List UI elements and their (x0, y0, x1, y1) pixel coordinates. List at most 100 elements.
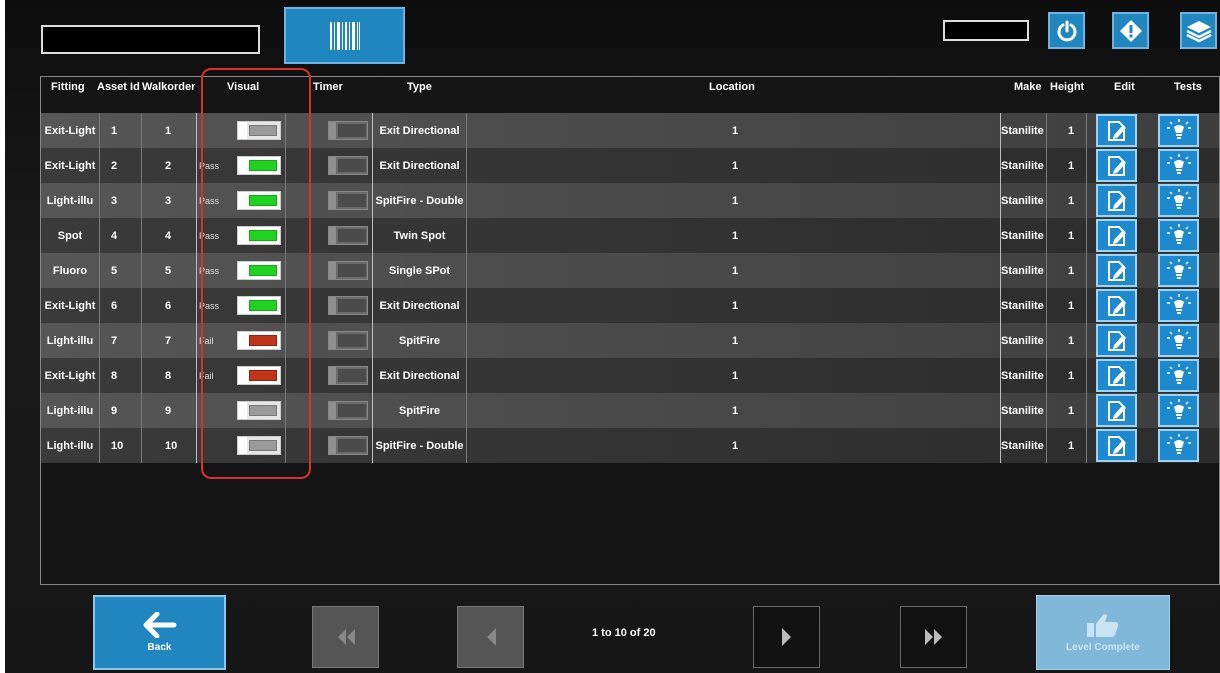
table-row[interactable]: Exit-Light 6 6 Pass Exit Directional 1 Stanili… (41, 288, 1219, 323)
toggle-thumb (238, 122, 247, 139)
column-divider (1086, 113, 1087, 148)
column-divider (99, 253, 100, 288)
tests-button[interactable] (1158, 184, 1199, 217)
edit-button[interactable] (1096, 324, 1137, 357)
edit-button[interactable] (1096, 254, 1137, 287)
timer-toggle[interactable] (328, 226, 368, 245)
table-row[interactable]: Light-illu 9 9 SpitFire 1 Stanilite 1 (41, 393, 1219, 428)
power-button[interactable] (1048, 12, 1085, 49)
light-bulb-icon (1166, 363, 1191, 384)
timer-toggle[interactable] (328, 261, 368, 280)
table-row[interactable]: Exit-Light 1 1 Exit Directional 1 Stanilite 1 (41, 113, 1219, 148)
timer-toggle[interactable] (328, 121, 368, 140)
layers-button[interactable] (1180, 12, 1217, 49)
toggle-track (249, 440, 277, 451)
table-row[interactable]: Light-illu 10 10 SpitFire - Double 1 Stanilit… (41, 428, 1219, 463)
cell-walkorder: 6 (165, 299, 172, 312)
edit-document-icon (1107, 225, 1126, 246)
cell-asset-id: 4 (111, 229, 118, 242)
visual-toggle[interactable] (237, 401, 281, 420)
light-bulb-icon (1166, 328, 1191, 349)
visual-toggle[interactable] (237, 366, 281, 385)
cell-location: 1 (732, 194, 739, 207)
toggle-thumb (329, 367, 336, 384)
cell-walkorder: 1 (165, 124, 172, 137)
column-divider (1046, 113, 1047, 148)
visual-toggle[interactable] (237, 261, 281, 280)
column-divider (99, 183, 100, 218)
timer-toggle[interactable] (328, 331, 368, 350)
search-input[interactable] (41, 25, 260, 54)
header-edit: Edit (1114, 81, 1135, 93)
tests-button[interactable] (1158, 359, 1199, 392)
edit-button[interactable] (1096, 289, 1137, 322)
column-divider (466, 148, 467, 183)
visual-toggle[interactable] (237, 226, 281, 245)
tests-button[interactable] (1158, 219, 1199, 252)
table-row[interactable]: Light-illu 7 7 Fail SpitFire 1 Stanilite 1 (41, 323, 1219, 358)
column-divider (285, 393, 286, 428)
toggle-thumb (238, 332, 247, 349)
timer-toggle[interactable] (328, 156, 368, 175)
light-bulb-icon (1166, 258, 1191, 279)
timer-toggle[interactable] (328, 191, 368, 210)
visual-toggle[interactable] (237, 121, 281, 140)
column-divider (99, 218, 100, 253)
first-page-button[interactable] (312, 606, 379, 668)
tests-button[interactable] (1158, 149, 1199, 182)
level-complete-button[interactable]: Level Complete (1036, 595, 1170, 670)
column-divider (1086, 358, 1087, 393)
tests-button[interactable] (1158, 324, 1199, 357)
alert-button[interactable] (1112, 12, 1149, 49)
header-height: Height (1050, 81, 1085, 93)
edit-button[interactable] (1096, 359, 1137, 392)
tests-button[interactable] (1158, 254, 1199, 287)
table-row[interactable]: Exit-Light 2 2 Pass Exit Directional 1 Stanili… (41, 148, 1219, 183)
tests-button[interactable] (1158, 394, 1199, 427)
toggle-track (249, 125, 277, 136)
table-row[interactable]: Light-illu 3 3 Pass SpitFire - Double 1 Stanil… (41, 183, 1219, 218)
cell-walkorder: 9 (165, 404, 172, 417)
visual-toggle[interactable] (237, 331, 281, 350)
cell-make: Stanilite (1001, 194, 1044, 207)
barcode-icon (329, 21, 360, 50)
cell-fitting: Light-illu (46, 194, 94, 207)
visual-toggle[interactable] (237, 156, 281, 175)
timer-toggle[interactable] (328, 296, 368, 315)
timer-toggle[interactable] (328, 401, 368, 420)
visual-toggle[interactable] (237, 191, 281, 210)
column-divider (196, 393, 197, 428)
timer-toggle[interactable] (328, 436, 368, 455)
next-page-button[interactable] (753, 606, 820, 668)
column-divider (196, 148, 197, 183)
edit-button[interactable] (1096, 114, 1137, 147)
last-page-button[interactable] (900, 606, 967, 668)
column-divider (466, 428, 467, 463)
cell-make: Stanilite (1001, 264, 1044, 277)
table-row[interactable]: Exit-Light 8 8 Fail Exit Directional 1 Stanili… (41, 358, 1219, 393)
edit-button[interactable] (1096, 219, 1137, 252)
table-row[interactable]: Fluoro 5 5 Pass Single SPot 1 Stanilite 1 (41, 253, 1219, 288)
cell-type: Exit Directional (379, 159, 460, 172)
edit-button[interactable] (1096, 149, 1137, 182)
tests-button[interactable] (1158, 289, 1199, 322)
visual-toggle[interactable] (237, 296, 281, 315)
table-row[interactable]: Spot 4 4 Pass Twin Spot 1 Stanilite 1 (41, 218, 1219, 253)
edit-button[interactable] (1096, 394, 1137, 427)
toggle-thumb (329, 262, 336, 279)
edit-button[interactable] (1096, 184, 1137, 217)
timer-toggle[interactable] (328, 366, 368, 385)
column-divider (99, 428, 100, 463)
previous-page-button[interactable] (457, 606, 524, 668)
barcode-scan-button[interactable] (284, 7, 405, 64)
status-field[interactable] (943, 20, 1029, 41)
back-button[interactable]: Back (93, 595, 226, 670)
column-divider (1046, 428, 1047, 463)
cell-type: Single SPot (388, 264, 451, 277)
edit-button[interactable] (1096, 429, 1137, 462)
tests-button[interactable] (1158, 429, 1199, 462)
tests-button[interactable] (1158, 114, 1199, 147)
visual-toggle[interactable] (237, 436, 281, 455)
column-divider (1046, 358, 1047, 393)
cell-walkorder: 8 (165, 369, 172, 382)
